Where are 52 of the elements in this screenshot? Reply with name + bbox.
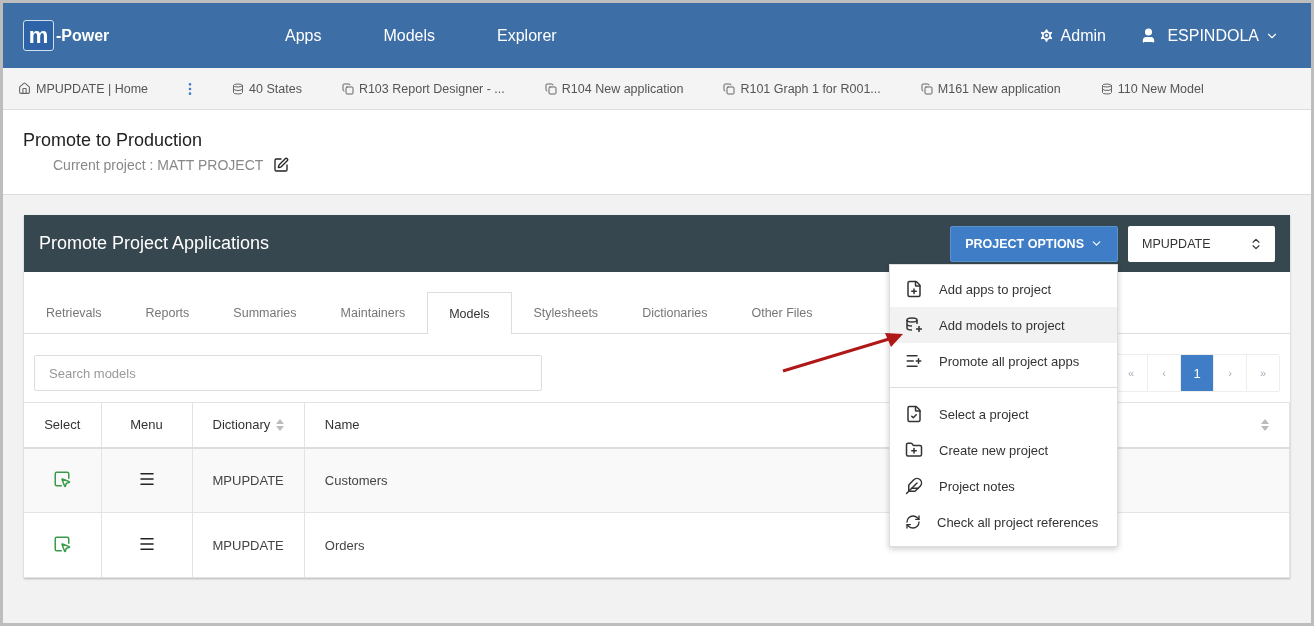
breadcrumb-link[interactable]: M161 New application: [920, 81, 1061, 96]
panel-title: Promote Project Applications: [39, 233, 271, 254]
table-cell: MPUPDATE: [192, 512, 305, 578]
nav-link[interactable]: Models: [383, 26, 436, 45]
edit-icon[interactable]: [273, 157, 290, 173]
page-title: Promote to Production: [23, 130, 204, 151]
select-pointer-icon[interactable]: [53, 534, 72, 553]
admin-link[interactable]: Admin: [1037, 26, 1106, 45]
breadcrumb-link[interactable]: R104 New application: [544, 81, 684, 96]
select-pointer-icon[interactable]: [53, 469, 72, 488]
logo-mark: m: [23, 20, 54, 51]
database-icon: [1100, 82, 1113, 95]
nav-link[interactable]: Apps: [285, 26, 322, 45]
menu-item[interactable]: Promote all project apps: [890, 343, 1117, 379]
breadcrumb-link[interactable]: 40 States: [232, 81, 302, 96]
user-menu[interactable]: ESPINDOLA: [1139, 26, 1279, 45]
menu-item[interactable]: Project notes: [890, 468, 1117, 504]
list-plus-icon: [905, 352, 923, 370]
file-check-icon: [905, 405, 923, 423]
column-header: Select: [24, 402, 101, 448]
current-project: Current project : MATT PROJECT: [53, 157, 264, 173]
menu-item[interactable]: Check all project references: [890, 504, 1117, 540]
copy-icon: [920, 82, 933, 95]
table-cell: MPUPDATE: [192, 447, 305, 513]
column-header: Menu: [101, 402, 192, 448]
search-field[interactable]: Search models: [34, 355, 542, 391]
project-options-button[interactable]: PROJECT OPTIONS: [950, 225, 1118, 262]
copy-icon: [723, 82, 736, 95]
tab[interactable]: Models: [427, 292, 512, 334]
logo-text: -Power: [56, 26, 110, 45]
nav-link[interactable]: Explorer: [497, 26, 557, 45]
refresh-icon: [905, 514, 921, 530]
file-plus-icon: [905, 280, 923, 298]
feather-icon: [905, 477, 923, 495]
menu-item[interactable]: Select a project: [890, 396, 1117, 432]
menu-item[interactable]: Add models to project: [890, 307, 1117, 343]
database-icon: [232, 82, 245, 95]
menu-item[interactable]: Create new project: [890, 432, 1117, 468]
dictionary-select[interactable]: MPUPDATE: [1128, 225, 1275, 262]
breadcrumb-link[interactable]: 110 New Model: [1100, 81, 1204, 96]
folder-plus-icon: [905, 441, 923, 459]
breadcrumb-link[interactable]: R101 Graph 1 for R001...: [723, 81, 881, 96]
database-plus-icon: [905, 316, 923, 334]
copy-icon: [544, 82, 557, 95]
copy-icon: [341, 82, 354, 95]
page-link[interactable]: 1: [1180, 355, 1213, 391]
home-icon: [18, 82, 31, 95]
settings-icon: [1037, 27, 1055, 44]
column-header[interactable]: Dictionary: [192, 402, 305, 448]
breadcrumb-link[interactable]: MPUPDATE | Home: [18, 81, 149, 96]
menu-item[interactable]: Add apps to project: [890, 271, 1117, 307]
breadcrumb-link[interactable]: R103 Report Designer - ...: [341, 81, 505, 96]
